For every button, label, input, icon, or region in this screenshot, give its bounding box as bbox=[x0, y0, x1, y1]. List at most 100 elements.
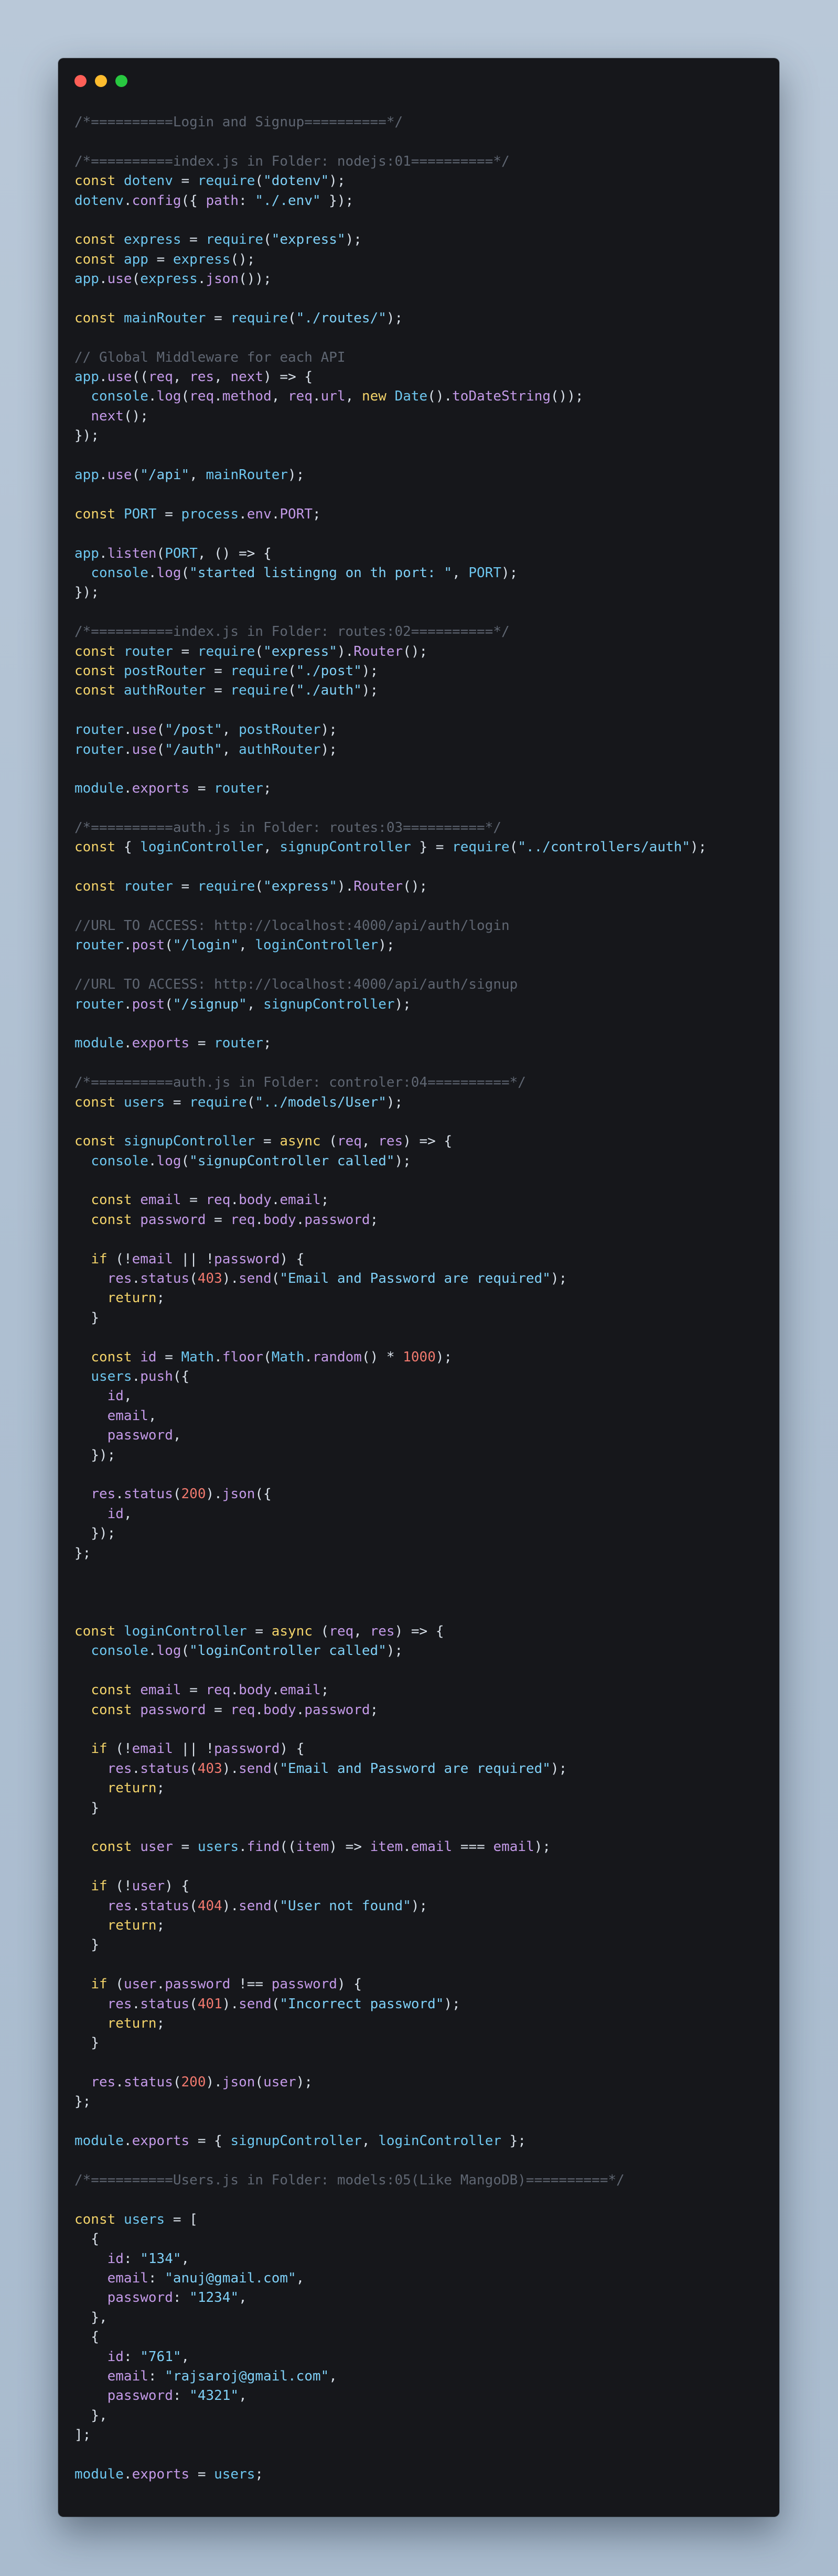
code-line: ​ bbox=[74, 1603, 769, 1622]
code-line: /*==========index.js in Folder: routes:0… bbox=[74, 624, 510, 640]
code-line: res.status(403).send("Email and Password… bbox=[107, 1271, 567, 1287]
code-line: ​ bbox=[74, 799, 769, 818]
code-line: ​ bbox=[74, 1014, 769, 1034]
code-line: { bbox=[91, 2329, 99, 2345]
code-line: app.use(express.json()); bbox=[74, 271, 272, 287]
code-line: const password = req.body.password; bbox=[91, 1702, 379, 1718]
code-line: const password = req.body.password; bbox=[91, 1211, 379, 1228]
code-line: ​ bbox=[74, 328, 769, 348]
code-line: res.status(401).send("Incorrect password… bbox=[107, 1996, 460, 2012]
code-line: password, bbox=[107, 1427, 181, 1444]
code-line: console.log("signupController called"); bbox=[91, 1153, 411, 1169]
code-line: ​ bbox=[74, 858, 769, 877]
code-line: email, bbox=[107, 1408, 157, 1424]
code-line: }; bbox=[74, 1545, 91, 1561]
code-line: app.use("/api", mainRouter); bbox=[74, 467, 305, 483]
code-line: const express = require("express"); bbox=[74, 232, 362, 248]
code-line: if (!email || !password) { bbox=[91, 1741, 305, 1757]
code-line: ​ bbox=[74, 897, 769, 916]
code-line: ​ bbox=[74, 1112, 769, 1132]
code-line: ​ bbox=[74, 1720, 769, 1739]
code-line: const user = users.find((item) => item.e… bbox=[91, 1839, 551, 1855]
code-line: return; bbox=[107, 1917, 165, 1933]
code-line: module.exports = users; bbox=[74, 2466, 264, 2482]
zoom-dot-icon[interactable] bbox=[115, 75, 127, 87]
code-line: res.status(200).json(user); bbox=[91, 2074, 313, 2091]
code-line: ​ bbox=[74, 2445, 769, 2464]
code-line: ​ bbox=[74, 1818, 769, 1837]
code-line: } bbox=[91, 1309, 99, 1326]
code-line: module.exports = router; bbox=[74, 1035, 272, 1052]
code-line: const loginController = async (req, res)… bbox=[74, 1623, 444, 1640]
window-controls bbox=[74, 75, 127, 87]
code-line: }); bbox=[74, 428, 99, 444]
code-line: } bbox=[91, 2035, 99, 2051]
code-line: ​ bbox=[74, 1328, 769, 1347]
code-line: ​ bbox=[74, 760, 769, 779]
code-line: ​ bbox=[74, 2151, 769, 2171]
code-line: router.use("/post", postRouter); bbox=[74, 722, 337, 738]
code-line: ​ bbox=[74, 1054, 769, 1073]
code-line: const PORT = process.env.PORT; bbox=[74, 506, 321, 522]
code-line: }, bbox=[91, 2407, 108, 2423]
code-line: ]; bbox=[74, 2427, 91, 2443]
code-line: const users = require("../models/User"); bbox=[74, 1094, 403, 1110]
code-line: }); bbox=[91, 1525, 116, 1542]
code-line: //URL TO ACCESS: http://localhost:4000/a… bbox=[74, 977, 518, 993]
code-line: const mainRouter = require("./routes/"); bbox=[74, 310, 403, 326]
code-line: router.post("/login", loginController); bbox=[74, 937, 395, 954]
code-line: const postRouter = require("./post"); bbox=[74, 663, 379, 679]
code-line: module.exports = router; bbox=[74, 781, 272, 797]
code-line: ​ bbox=[74, 1230, 769, 1249]
code-line: ​ bbox=[74, 289, 769, 309]
code-line: ​ bbox=[74, 2112, 769, 2131]
code-line: const signupController = async (req, res… bbox=[74, 1133, 453, 1150]
code-line: /*==========auth.js in Folder: controler… bbox=[74, 1075, 526, 1091]
code-line: ​ bbox=[74, 1563, 769, 1583]
code-line: ​ bbox=[74, 485, 769, 504]
code-line: return; bbox=[107, 1780, 165, 1796]
close-dot-icon[interactable] bbox=[74, 75, 87, 87]
code-line: id, bbox=[107, 1506, 132, 1522]
code-line: }; bbox=[74, 2094, 91, 2110]
code-line: /*==========index.js in Folder: nodejs:0… bbox=[74, 153, 510, 169]
code-line: ​ bbox=[74, 2190, 769, 2210]
code-line: app.use((req, res, next) => { bbox=[74, 369, 313, 385]
code-line: users.push({ bbox=[91, 1369, 190, 1384]
code-line: res.status(200).json({ bbox=[91, 1486, 272, 1502]
code-line: res.status(403).send("Email and Password… bbox=[107, 1760, 567, 1777]
code-line: app.listen(PORT, () => { bbox=[74, 545, 272, 561]
code-line: ​ bbox=[74, 701, 769, 720]
code-line: email: "anuj@gmail.com", bbox=[107, 2270, 305, 2286]
code-block: /*==========Login and Signup==========*/… bbox=[74, 113, 769, 2484]
code-line: password: "1234", bbox=[107, 2290, 247, 2306]
code-line: if (!user) { bbox=[91, 1878, 190, 1895]
minimize-dot-icon[interactable] bbox=[95, 75, 107, 87]
code-line: return; bbox=[107, 2015, 165, 2031]
code-line: ​ bbox=[74, 2053, 769, 2073]
code-line: const dotenv = require("dotenv"); bbox=[74, 173, 346, 189]
code-line: const router = require("express").Router… bbox=[74, 643, 428, 659]
code-line: router.post("/signup", signupController)… bbox=[74, 996, 411, 1012]
code-line: const authRouter = require("./auth"); bbox=[74, 683, 379, 699]
code-line: ​ bbox=[74, 1171, 769, 1190]
code-line: ​ bbox=[74, 1857, 769, 1877]
code-line: ​ bbox=[74, 446, 769, 466]
code-line: router.use("/auth", authRouter); bbox=[74, 741, 337, 757]
code-line: dotenv.config({ path: "./.env" }); bbox=[74, 192, 354, 209]
code-line: const users = [ bbox=[74, 2211, 198, 2227]
code-line: // Global Middleware for each API bbox=[74, 349, 346, 365]
code-line: } bbox=[91, 1800, 99, 1816]
code-line: ​ bbox=[74, 211, 769, 230]
code-line: id, bbox=[107, 1388, 132, 1404]
code-line: console.log(req.method, req.url, new Dat… bbox=[91, 388, 584, 405]
code-line: }); bbox=[91, 1447, 116, 1463]
code-line: { bbox=[91, 2231, 99, 2247]
code-line: const { loginController, signupControlle… bbox=[74, 839, 707, 856]
code-line: module.exports = { signupController, log… bbox=[74, 2133, 526, 2149]
code-line: ​ bbox=[74, 1465, 769, 1485]
code-line: /*==========Login and Signup==========*/ bbox=[74, 114, 403, 130]
code-line: ​ bbox=[74, 1661, 769, 1681]
code-line: ​ bbox=[74, 524, 769, 544]
code-line: const email = req.body.email; bbox=[91, 1682, 329, 1698]
